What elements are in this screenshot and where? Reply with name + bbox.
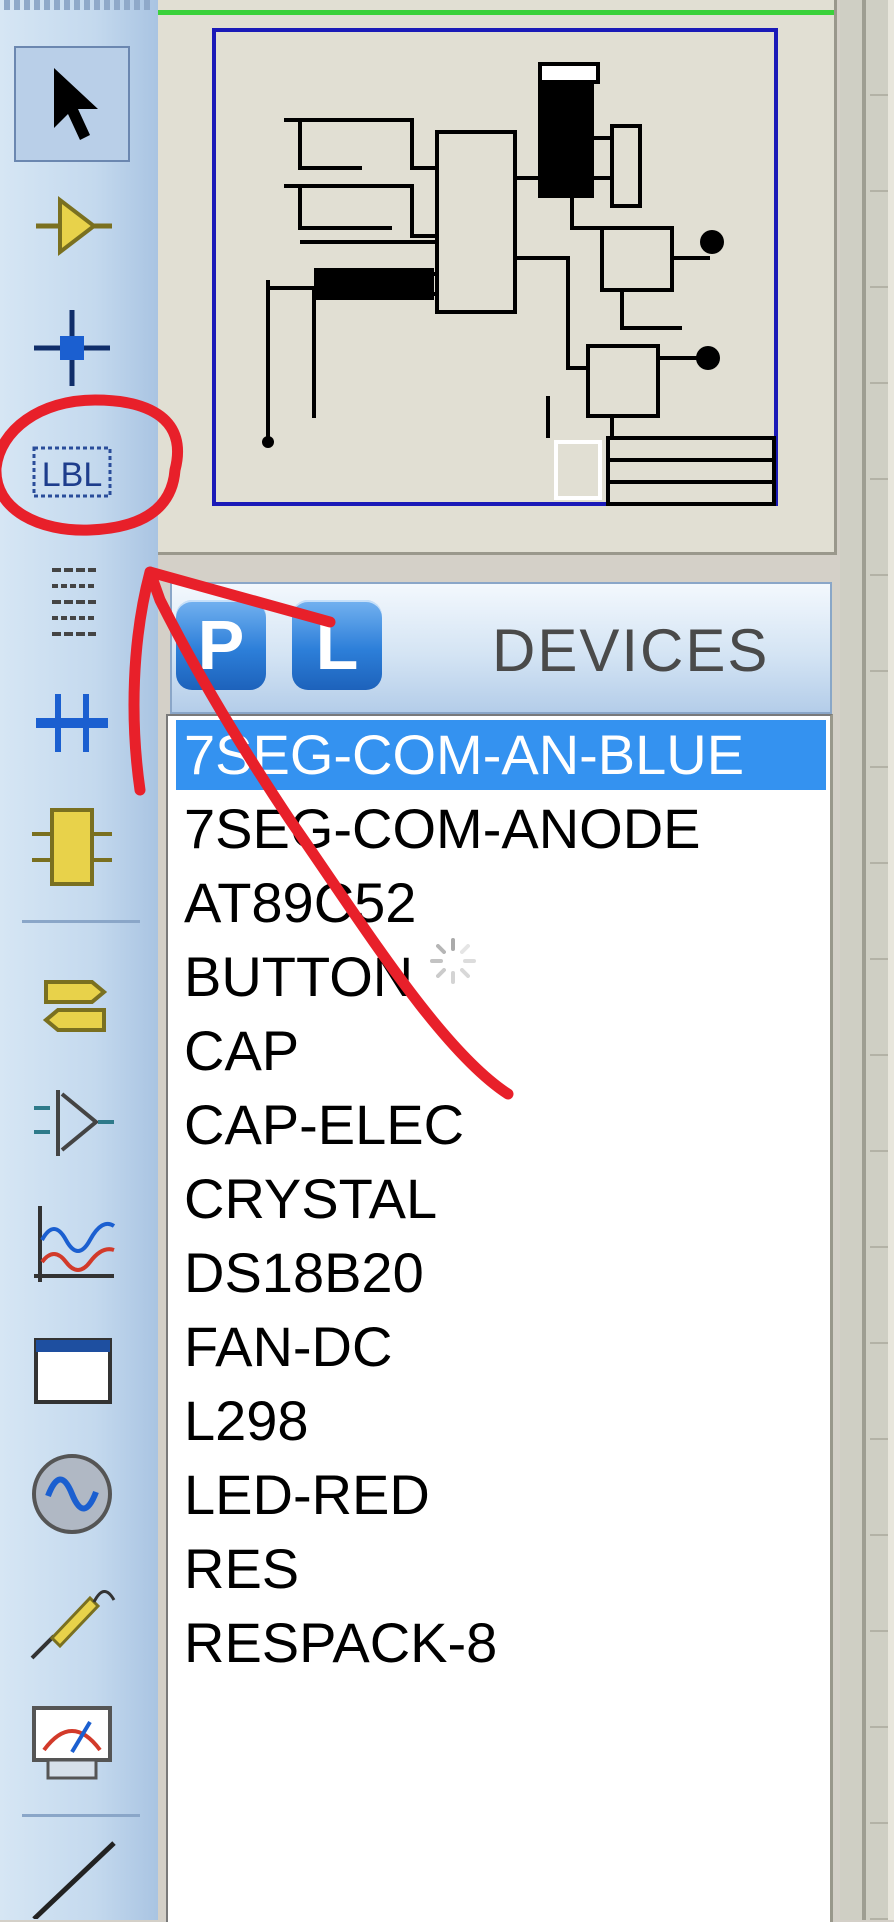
graph-icon [34, 1206, 116, 1282]
device-list[interactable]: 7SEG-COM-AN-BLUE 7SEG-COM-ANODE AT89C52 BUT… [166, 714, 833, 1922]
component-mode-button[interactable] [14, 168, 130, 284]
tape-recorder-mode-button[interactable] [14, 1310, 130, 1426]
overview-window[interactable] [158, 0, 837, 555]
device-list-item[interactable]: RES [176, 1534, 826, 1604]
window-icon [34, 1338, 112, 1404]
device-list-item[interactable]: 7SEG-COM-AN-BLUE [176, 720, 826, 790]
mode-toolbar: LBL [0, 0, 160, 1920]
device-list-item[interactable]: CAP [176, 1016, 826, 1086]
toolbar-grip[interactable] [4, 0, 154, 10]
object-selector-header: P L DEVICES [170, 582, 832, 714]
component-triangle-icon [36, 195, 112, 257]
terminals-mode-button[interactable] [14, 938, 130, 1054]
device-list-item[interactable]: LED-RED [176, 1460, 826, 1530]
device-list-item[interactable]: FAN-DC [176, 1312, 826, 1382]
device-list-item[interactable]: L298 [176, 1386, 826, 1456]
text-script-mode-button[interactable] [14, 540, 130, 656]
generator-mode-button[interactable] [14, 1434, 130, 1550]
line-icon [32, 1841, 116, 1919]
device-list-item[interactable]: CRYSTAL [176, 1164, 826, 1234]
pick-devices-button[interactable]: P [176, 600, 266, 690]
device-list-item[interactable]: DS18B20 [176, 1238, 826, 1308]
library-manager-button[interactable]: L [292, 600, 382, 690]
text-script-icon [52, 568, 96, 636]
voltage-probe-mode-button[interactable] [14, 1558, 130, 1674]
sheet-border-line [158, 10, 834, 15]
schematic-overview-thumbnail [212, 28, 778, 506]
2d-line-mode-button[interactable] [14, 1822, 130, 1920]
device-list-item[interactable]: 7SEG-COM-ANODE [176, 794, 826, 864]
probe-icon [30, 1590, 116, 1660]
devices-title: DEVICES [492, 617, 770, 684]
generator-sine-icon [32, 1454, 112, 1534]
toolbar-separator [22, 920, 140, 923]
bus-icon [36, 694, 108, 752]
toolbar-separator [22, 1814, 140, 1817]
device-pins-mode-button[interactable] [14, 1062, 130, 1178]
loading-spinner-icon [430, 938, 476, 984]
junction-dot-icon [34, 310, 110, 386]
device-pin-icon [34, 1090, 114, 1156]
wire-label-icon: LBL [32, 446, 112, 498]
subcircuit-icon [32, 808, 112, 886]
device-list-item[interactable]: CAP-ELEC [176, 1090, 826, 1160]
junction-dot-mode-button[interactable] [14, 290, 130, 406]
wire-label-text: LBL [42, 456, 103, 494]
device-list-item[interactable]: RESPACK-8 [176, 1608, 826, 1678]
subcircuit-mode-button[interactable] [14, 788, 130, 904]
device-list-item[interactable]: AT89C52 [176, 868, 826, 938]
device-list-item[interactable]: BUTTON [176, 942, 826, 1012]
virtual-instruments-mode-button[interactable] [14, 1682, 130, 1798]
editing-window-edge [840, 0, 894, 1920]
cursor-arrow-icon [54, 68, 98, 140]
graph-mode-button[interactable] [14, 1186, 130, 1302]
buses-mode-button[interactable] [14, 664, 130, 780]
meter-icon [32, 1706, 112, 1780]
wire-label-mode-button[interactable]: LBL [14, 414, 130, 530]
selection-mode-button[interactable] [14, 46, 130, 162]
terminal-icon [42, 980, 108, 1032]
